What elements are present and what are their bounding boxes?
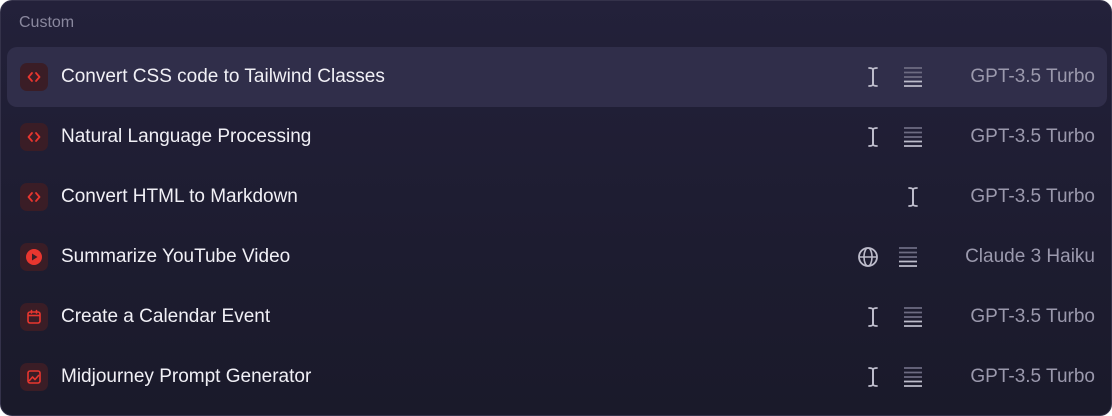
- model-label: GPT-3.5 Turbo: [970, 306, 1095, 327]
- lines-icon: [902, 366, 924, 388]
- section-title: Custom: [19, 14, 75, 31]
- model-label: GPT-3.5 Turbo: [970, 366, 1095, 387]
- lines-icon: [902, 126, 924, 148]
- command-row[interactable]: Summarize YouTube Video Claude 3 Haiku: [7, 227, 1107, 287]
- calendar-icon: [20, 303, 48, 331]
- youtube-play-icon: [20, 243, 48, 271]
- code-icon: [20, 183, 48, 211]
- text-cursor-icon: [862, 366, 884, 388]
- command-row[interactable]: Natural Language Processing GPT-3.5 Turbo: [7, 107, 1107, 167]
- command-label: Natural Language Processing: [61, 126, 312, 147]
- text-cursor-icon: [862, 306, 884, 328]
- command-label: Midjourney Prompt Generator: [61, 366, 312, 387]
- command-label: Convert CSS code to Tailwind Classes: [61, 66, 385, 87]
- command-label: Convert HTML to Markdown: [61, 186, 298, 207]
- command-row[interactable]: Convert HTML to Markdown GPT-3.5 Turbo: [7, 167, 1107, 227]
- command-row[interactable]: Midjourney Prompt Generator GPT-3.5 Turbo: [7, 347, 1107, 407]
- code-icon: [20, 63, 48, 91]
- command-label: Summarize YouTube Video: [61, 246, 291, 267]
- model-label: GPT-3.5 Turbo: [970, 186, 1095, 207]
- command-row[interactable]: Convert CSS code to Tailwind Classes GPT-…: [7, 47, 1107, 107]
- code-icon: [20, 123, 48, 151]
- model-label: GPT-3.5 Turbo: [970, 126, 1095, 147]
- lines-icon: [902, 306, 924, 328]
- model-label: Claude 3 Haiku: [965, 246, 1095, 267]
- text-cursor-icon: [862, 126, 884, 148]
- lines-icon: [902, 66, 924, 88]
- command-label: Create a Calendar Event: [61, 306, 271, 327]
- command-list-panel: Custom Convert CSS code to Tailwind Clas…: [0, 0, 1112, 416]
- text-cursor-icon: [862, 66, 884, 88]
- command-row[interactable]: Create a Calendar Event GPT-3.5 Turbo: [7, 287, 1107, 347]
- globe-icon: [857, 246, 879, 268]
- text-cursor-icon: [902, 186, 924, 208]
- lines-icon: [897, 246, 919, 268]
- image-icon: [20, 363, 48, 391]
- model-label: GPT-3.5 Turbo: [970, 66, 1095, 87]
